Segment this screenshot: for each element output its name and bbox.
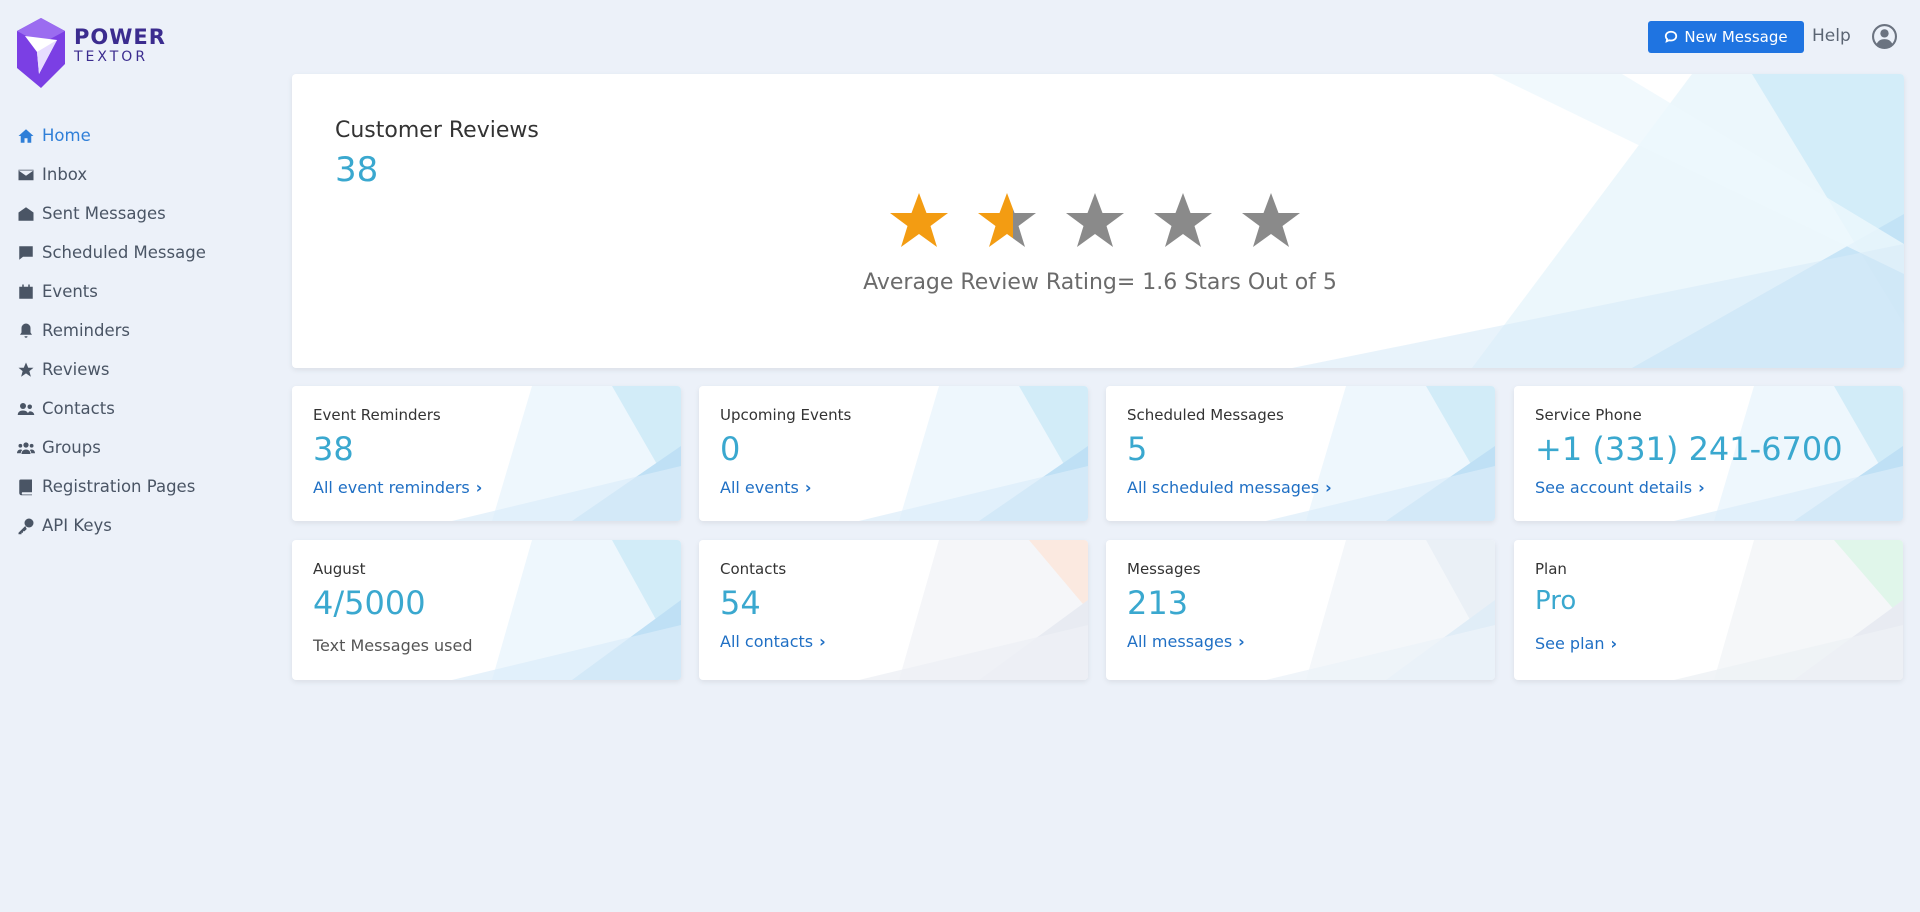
rating-star-icon — [1066, 193, 1124, 247]
average-rating-text: Average Review Rating= 1.6 Stars Out of … — [863, 270, 1337, 295]
envelope-open-icon — [17, 205, 35, 223]
all-messages-link[interactable]: All messages — [1127, 632, 1245, 651]
sidebar-item-label: Sent Messages — [42, 204, 166, 223]
rating-star-icon — [890, 193, 948, 247]
stat-value: 5 — [1127, 430, 1148, 468]
brand-line1: POWER — [74, 25, 166, 49]
scheduled-messages-card: Scheduled Messages 5 All scheduled messa… — [1106, 386, 1495, 521]
stat-label: Event Reminders — [313, 406, 441, 424]
stat-label: Plan — [1535, 560, 1567, 578]
stat-label: Service Phone — [1535, 406, 1642, 424]
rating-star-icon — [978, 193, 1036, 247]
sidebar-item-inbox[interactable]: Inbox — [17, 155, 206, 194]
users-icon — [17, 439, 35, 457]
stat-label: Scheduled Messages — [1127, 406, 1284, 424]
calendar-icon — [17, 283, 35, 301]
august-usage-card: August 4/5000 Text Messages used — [292, 540, 681, 680]
sidebar-item-scheduled-message[interactable]: Scheduled Message — [17, 233, 206, 272]
upcoming-events-card: Upcoming Events 0 All events — [699, 386, 1088, 521]
sidebar-item-label: Contacts — [42, 399, 115, 418]
stat-label: Upcoming Events — [720, 406, 852, 424]
sidebar-item-reviews[interactable]: Reviews — [17, 350, 206, 389]
book-icon — [17, 478, 35, 496]
sidebar-item-label: Registration Pages — [42, 477, 196, 496]
stat-value: 4/5000 — [313, 584, 426, 622]
stat-value: 0 — [720, 430, 741, 468]
stat-value: 54 — [720, 584, 761, 622]
event-reminders-card: Event Reminders 38 All event reminders — [292, 386, 681, 521]
sidebar-item-label: Scheduled Message — [42, 243, 206, 262]
sidebar-item-groups[interactable]: Groups — [17, 428, 206, 467]
sidebar-item-api-keys[interactable]: API Keys — [17, 506, 206, 545]
all-scheduled-messages-link[interactable]: All scheduled messages — [1127, 478, 1332, 497]
brand-line2: TEXTOR — [74, 49, 149, 65]
sidebar-item-sent-messages[interactable]: Sent Messages — [17, 194, 206, 233]
all-contacts-link[interactable]: All contacts — [720, 632, 826, 651]
user-circle-icon[interactable] — [1872, 24, 1897, 49]
new-message-label: New Message — [1684, 28, 1788, 46]
contacts-card: Contacts 54 All contacts — [699, 540, 1088, 680]
stat-label: Messages — [1127, 560, 1201, 578]
comment-icon — [17, 244, 35, 262]
new-message-button[interactable]: New Message — [1648, 21, 1804, 53]
stat-label: Contacts — [720, 560, 787, 578]
plan-value: Pro — [1535, 586, 1577, 616]
key-icon — [17, 517, 35, 535]
logo-icon — [17, 18, 65, 88]
sidebar: POWER TEXTOR Home Inbox Sent Messages Sc… — [0, 0, 270, 912]
brand-logo[interactable]: POWER TEXTOR — [17, 18, 166, 88]
stat-sublabel: Text Messages used — [313, 636, 473, 655]
home-icon — [17, 127, 35, 145]
all-events-link[interactable]: All events — [720, 478, 811, 497]
sidebar-item-label: Inbox — [42, 165, 88, 184]
see-plan-link[interactable]: See plan — [1535, 634, 1617, 653]
sidebar-nav: Home Inbox Sent Messages Scheduled Messa… — [17, 116, 206, 545]
star-icon — [17, 361, 35, 379]
customer-reviews-card: Customer Reviews 38 Average Review Ratin… — [292, 74, 1904, 368]
see-account-details-link[interactable]: See account details — [1535, 478, 1705, 497]
plan-card: Plan Pro See plan — [1514, 540, 1903, 680]
comment-icon — [1665, 30, 1678, 43]
service-phone-card: Service Phone +1 (331) 241-6700 See acco… — [1514, 386, 1903, 521]
bell-icon — [17, 322, 35, 340]
messages-card: Messages 213 All messages — [1106, 540, 1495, 680]
reviews-title: Customer Reviews — [335, 118, 539, 143]
sidebar-item-contacts[interactable]: Contacts — [17, 389, 206, 428]
all-event-reminders-link[interactable]: All event reminders — [313, 478, 482, 497]
stat-value: 213 — [1127, 584, 1189, 622]
stat-label: August — [313, 560, 366, 578]
sidebar-item-label: Reminders — [42, 321, 130, 340]
stat-value: 38 — [313, 430, 354, 468]
sidebar-item-label: Events — [42, 282, 98, 301]
help-link[interactable]: Help — [1812, 26, 1851, 46]
sidebar-item-reminders[interactable]: Reminders — [17, 311, 206, 350]
rating-star-icon — [1154, 193, 1212, 247]
sidebar-item-registration-pages[interactable]: Registration Pages — [17, 467, 206, 506]
reviews-count: 38 — [335, 150, 379, 190]
sidebar-item-label: Home — [42, 126, 91, 145]
service-phone-number: +1 (331) 241-6700 — [1535, 430, 1843, 468]
sidebar-item-label: Groups — [42, 438, 101, 457]
rating-stars — [888, 191, 1328, 251]
user-friends-icon — [17, 400, 35, 418]
rating-star-icon — [1242, 193, 1300, 247]
sidebar-item-events[interactable]: Events — [17, 272, 206, 311]
sidebar-item-label: API Keys — [42, 516, 112, 535]
envelope-icon — [17, 166, 35, 184]
sidebar-item-home[interactable]: Home — [17, 116, 206, 155]
sidebar-item-label: Reviews — [42, 360, 110, 379]
